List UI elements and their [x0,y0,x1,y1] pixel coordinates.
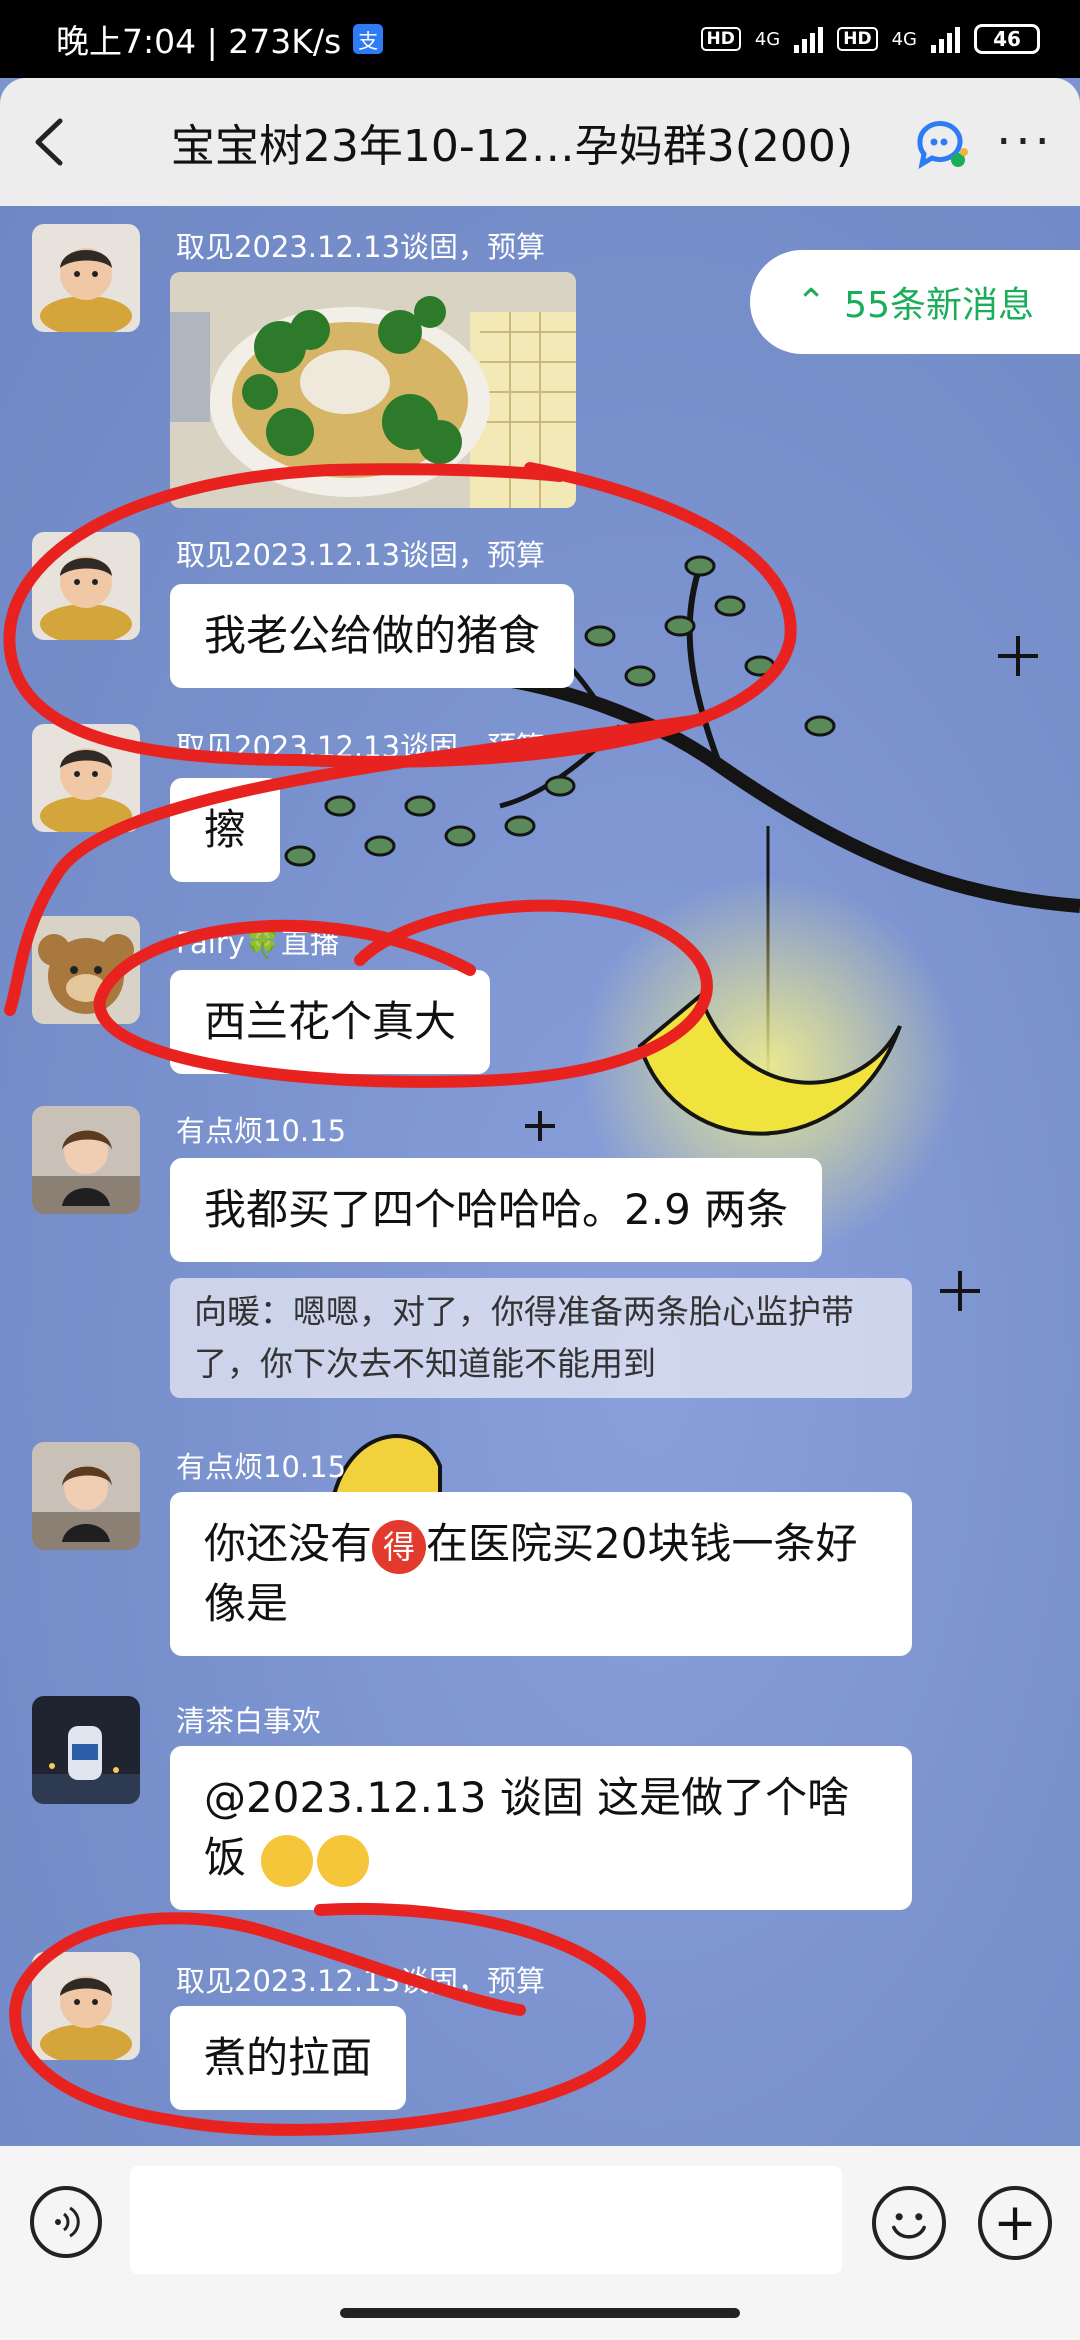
message-bubble[interactable]: 煮的拉面 [170,2006,407,2110]
alipay-icon: 支 [353,24,384,54]
status-time-speed: 晚上7:04 | 273K/s [56,22,342,61]
message-bubble[interactable]: 擦 [170,778,281,882]
home-indicator[interactable] [340,2308,740,2318]
message-input[interactable] [130,2166,842,2274]
message-bubble[interactable]: 你还没有得在医院买20块钱一条好像是 [170,1492,912,1656]
chat-header: 宝宝树23年10-12…孕妈群3(200) ··· [0,78,1080,206]
new-messages-label: 55条新消息 [844,285,1034,326]
status-right: HD 4G HD 4G 46 [700,24,1040,54]
more-options-button[interactable]: ··· [970,114,1080,170]
sender-name: Fairy🍀直播 [176,926,340,960]
sender-name: 取见2023.12.13谈固，预算 [176,730,546,764]
status-left: 晚上7:04 | 273K/s 支 [56,15,384,63]
message-bubble[interactable]: 我都买了四个哈哈哈。2.9 两条 [170,1158,823,1262]
avatar[interactable] [32,1442,140,1550]
chat-title: 宝宝树23年10-12…孕妈群3(200) [100,110,904,174]
message-bubble[interactable]: 我老公给做的猪食 [170,584,575,688]
signal-icon [794,25,824,53]
avatar[interactable] [32,916,140,1024]
message-text-pre: 你还没有 [204,1519,373,1568]
message-bubble[interactable]: 西兰花个真大 [170,970,491,1074]
message-bubble[interactable]: @2023.12.13 谈固 这是做了个啥饭 [170,1746,912,1910]
chevron-left-icon [35,118,63,166]
sender-name: 取见2023.12.13谈固，预算 [176,1964,546,1998]
new-messages-button[interactable]: ⌃ 55条新消息 [750,250,1080,354]
hd-badge-2: HD [837,27,878,51]
signal-icon-2 [931,25,960,53]
chat-title-text: 宝宝树23年10-12…孕妈群3(200) [170,121,854,172]
emoji-button[interactable] [872,2186,946,2260]
avatar[interactable] [32,224,140,332]
network-label-2: 4G [891,28,917,50]
double-chevron-up-icon: ⌃ [796,281,827,323]
network-label: 4G [754,28,781,50]
sender-name: 清茶白事欢 [176,1704,322,1738]
status-bar: 晚上7:04 | 273K/s 支 HD 4G HD 4G 46 [0,0,1080,78]
food-photo[interactable] [170,272,576,508]
sender-name: 有点烦10.15 [176,1450,347,1484]
back-button[interactable] [0,78,100,206]
sender-name: 有点烦10.15 [176,1114,347,1148]
group-chat-icon[interactable] [910,112,970,172]
chat-area[interactable]: ⌃ 55条新消息 取见2023.12.13谈固，预算 取见2023.12.13谈… [0,206,1080,2146]
avatar[interactable] [32,1696,140,1804]
battery-icon: 46 [974,24,1040,54]
avatar[interactable] [32,1106,140,1214]
more-actions-button[interactable]: + [978,2186,1052,2260]
de-badge-icon: 得 [372,1519,427,1574]
sender-name: 取见2023.12.13谈固，预算 [176,538,546,572]
hd-badge: HD [700,27,741,51]
crying-laughing-emoji-icon [317,1834,370,1887]
avatar[interactable] [32,1952,140,2060]
voice-icon [55,2206,80,2238]
avatar[interactable] [32,724,140,832]
crying-laughing-emoji-icon [261,1834,314,1887]
voice-button[interactable] [30,2186,102,2258]
quoted-message[interactable]: 向暖：嗯嗯，对了，你得准备两条胎心监护带了，你下次去不知道能不能用到 [170,1278,912,1398]
sender-name: 取见2023.12.13谈固，预算 [176,230,546,264]
avatar[interactable] [32,532,140,640]
